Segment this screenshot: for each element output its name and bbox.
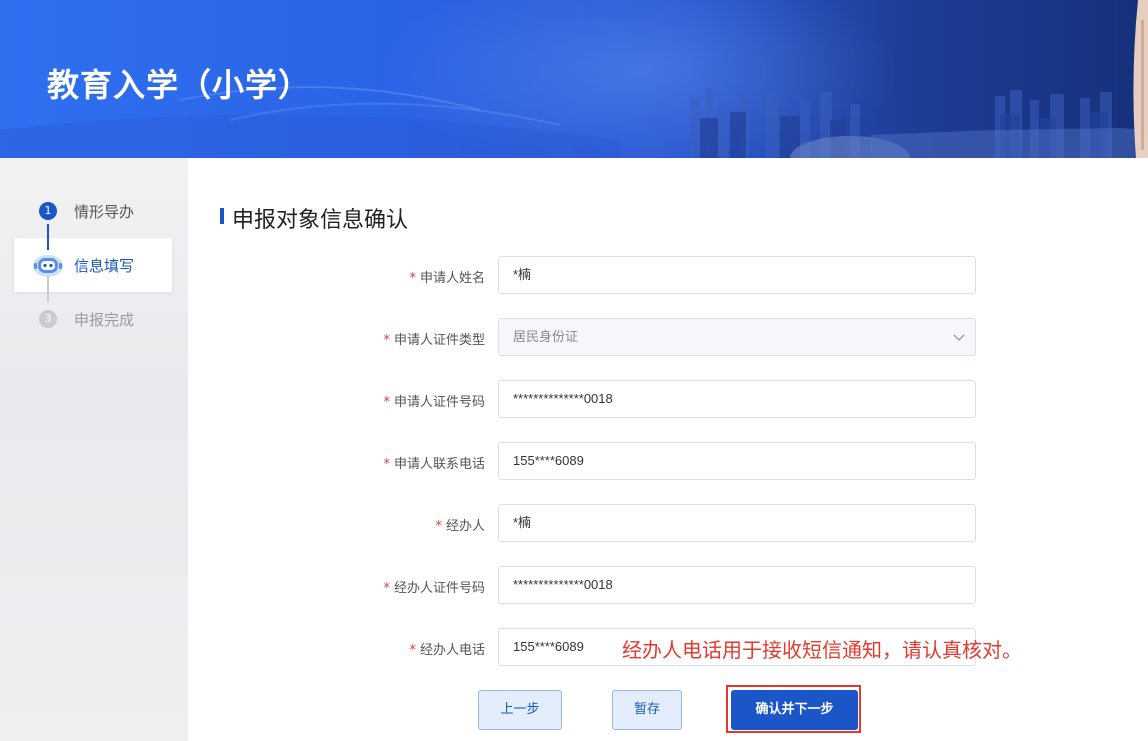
select-value: 居民身份证 bbox=[513, 329, 579, 344]
applicant-phone-input[interactable]: 155****6089 bbox=[498, 442, 976, 480]
section-marker bbox=[220, 208, 224, 224]
field-label-text: 申请人姓名 bbox=[419, 271, 485, 286]
form-row-agent-id-number: * 经办人证件号码 **************0018 bbox=[0, 566, 1148, 606]
form-row-applicant-name: * 申请人姓名 *楠 bbox=[0, 256, 1148, 296]
required-mark: * bbox=[383, 333, 390, 348]
confirm-next-button[interactable]: 确认并下一步 bbox=[731, 690, 858, 730]
required-mark: * bbox=[435, 519, 442, 534]
field-label: * 申请人姓名 bbox=[409, 267, 485, 286]
form-row-applicant-id-number: * 申请人证件号码 **************0018 bbox=[0, 380, 1148, 420]
field-label-text: 经办人电话 bbox=[419, 643, 485, 658]
required-mark: * bbox=[409, 643, 416, 658]
field-label: * 申请人证件号码 bbox=[383, 391, 485, 410]
chevron-down-icon bbox=[953, 334, 965, 341]
applicant-name-input[interactable]: *楠 bbox=[498, 256, 976, 294]
step-number: 1 bbox=[39, 202, 57, 220]
step-connector bbox=[47, 224, 49, 250]
field-label: * 经办人电话 bbox=[409, 639, 485, 658]
form-row-applicant-id-type: * 申请人证件类型 居民身份证 bbox=[0, 318, 1148, 358]
field-label-text: 经办人 bbox=[445, 519, 485, 534]
page-title: 教育入学（小学） bbox=[47, 66, 312, 104]
field-label: * 经办人证件号码 bbox=[383, 577, 485, 596]
required-mark: * bbox=[383, 457, 390, 472]
field-label-text: 经办人证件号码 bbox=[393, 581, 485, 596]
required-mark: * bbox=[383, 395, 390, 410]
section-title: 申报对象信息确认 bbox=[232, 208, 409, 233]
required-mark: * bbox=[383, 581, 390, 596]
previous-step-button[interactable]: 上一步 bbox=[478, 690, 562, 730]
step-guide[interactable]: 1 情形导办 bbox=[0, 184, 172, 238]
field-label: * 申请人联系电话 bbox=[383, 453, 485, 472]
agent-name-input[interactable]: *楠 bbox=[498, 504, 976, 542]
field-label-text: 申请人证件号码 bbox=[393, 395, 485, 410]
phone-verification-note: 经办人电话用于接收短信通知，请认真核对。 bbox=[622, 638, 1022, 662]
applicant-id-type-select[interactable]: 居民身份证 bbox=[498, 318, 976, 356]
step-label: 情形导办 bbox=[74, 202, 135, 221]
form-row-applicant-phone: * 申请人联系电话 155****6089 bbox=[0, 442, 1148, 482]
applicant-id-number-input[interactable]: **************0018 bbox=[498, 380, 976, 418]
field-label: * 经办人 bbox=[435, 515, 485, 534]
field-label: * 申请人证件类型 bbox=[383, 329, 485, 348]
form-row-agent-name: * 经办人 *楠 bbox=[0, 504, 1148, 544]
header-banner: 教育入学（小学） bbox=[0, 0, 1148, 158]
save-draft-button[interactable]: 暂存 bbox=[612, 690, 682, 730]
agent-id-number-input[interactable]: **************0018 bbox=[498, 566, 976, 604]
field-label-text: 申请人证件类型 bbox=[393, 333, 485, 348]
field-label-text: 申请人联系电话 bbox=[393, 457, 485, 472]
required-mark: * bbox=[409, 271, 416, 286]
